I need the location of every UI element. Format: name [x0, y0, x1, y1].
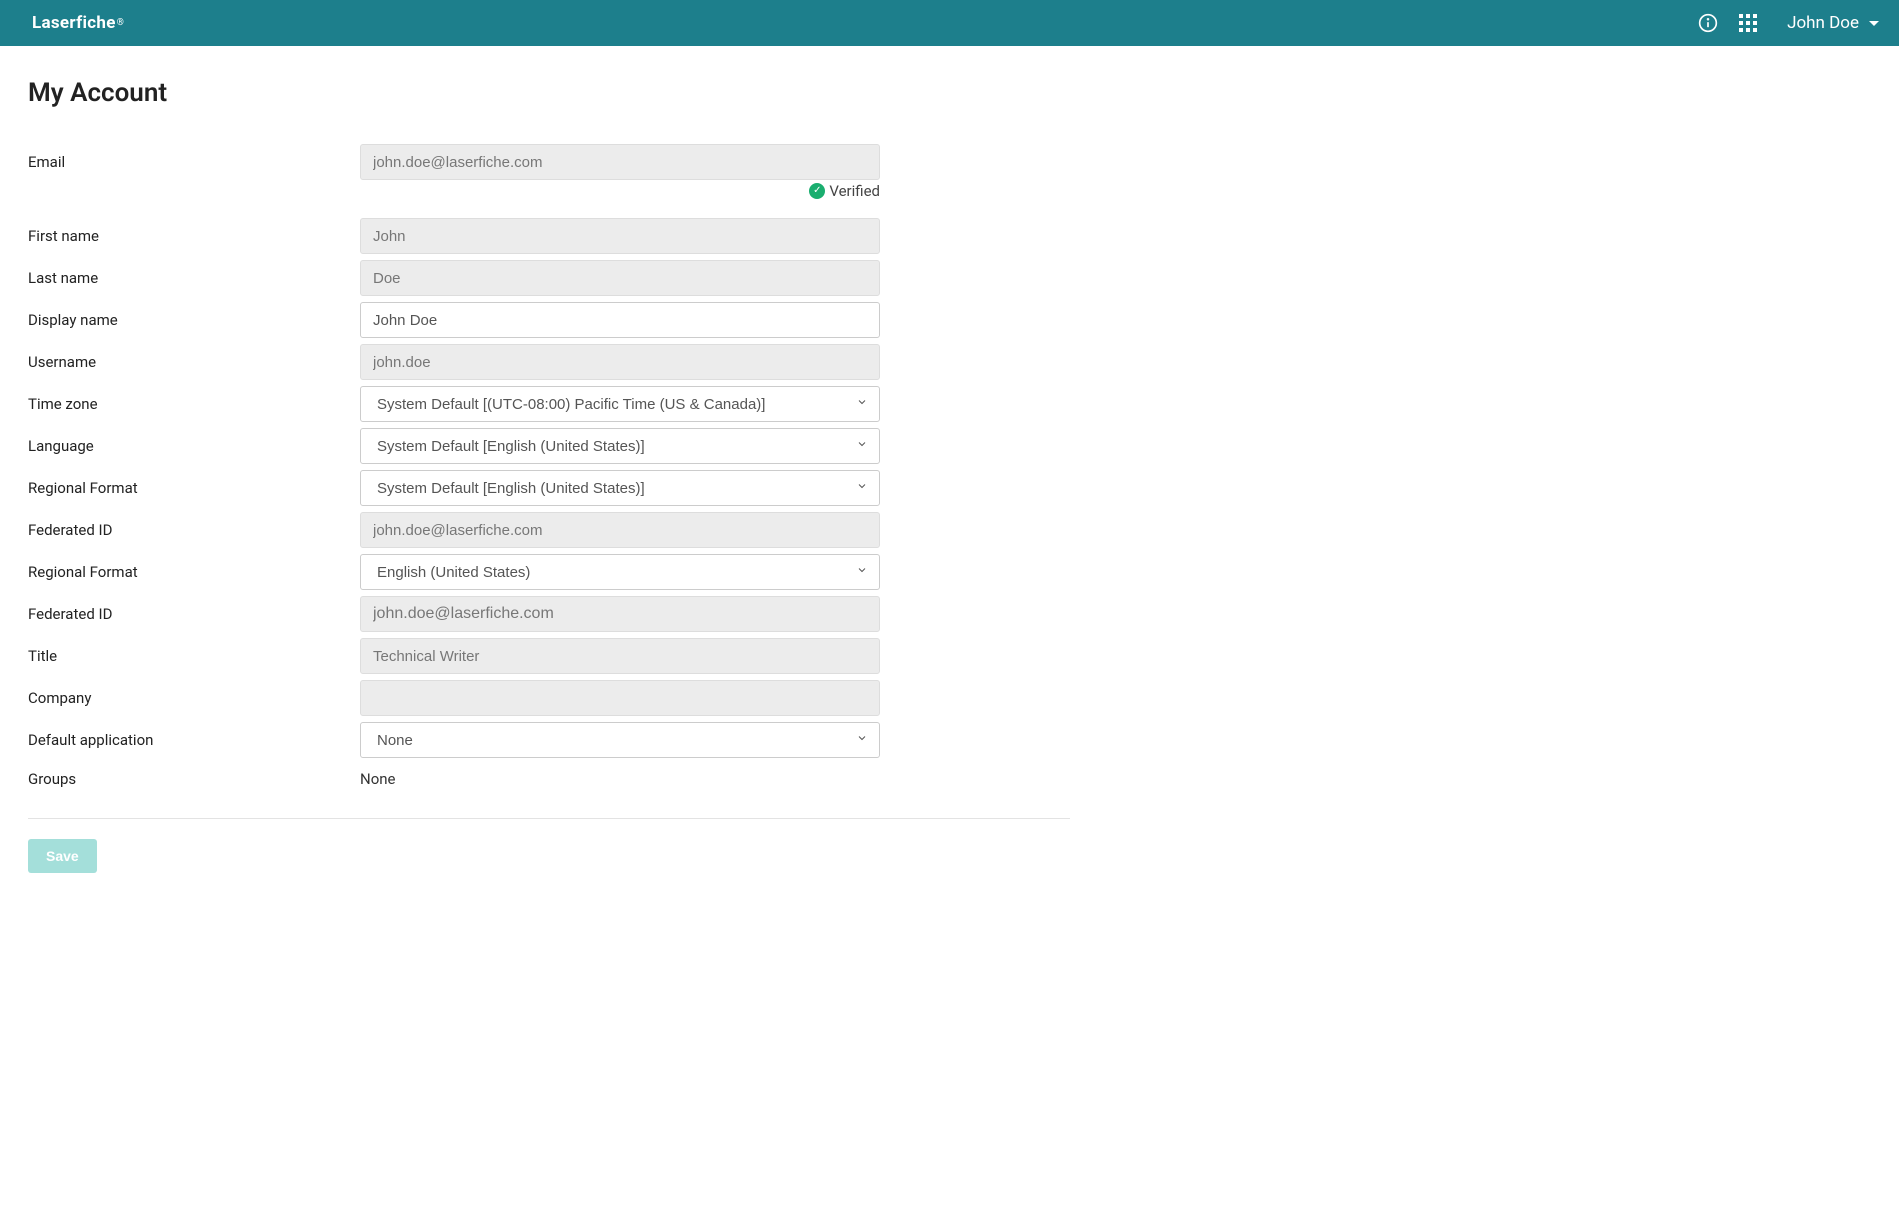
username-field: [360, 344, 880, 380]
row-company: Company: [28, 680, 1072, 716]
label-title: Title: [28, 647, 360, 665]
save-button[interactable]: Save: [28, 839, 97, 873]
row-regional-format-1: Regional Format System Default [English …: [28, 470, 1072, 506]
company-field: [360, 680, 880, 716]
row-last-name: Last name: [28, 260, 1072, 296]
row-time-zone: Time zone System Default [(UTC-08:00) Pa…: [28, 386, 1072, 422]
display-name-field[interactable]: [360, 302, 880, 338]
row-federated-id-2: Federated ID: [28, 596, 1072, 632]
row-federated-id-1: Federated ID: [28, 512, 1072, 548]
label-last-name: Last name: [28, 269, 360, 287]
row-title: Title: [28, 638, 1072, 674]
caret-down-icon: [1869, 21, 1879, 26]
federated-id-2-field: [360, 596, 880, 632]
row-first-name: First name: [28, 218, 1072, 254]
verified-row: ✓ Verified: [28, 182, 880, 200]
row-regional-format-2: Regional Format English (United States): [28, 554, 1072, 590]
row-display-name: Display name: [28, 302, 1072, 338]
label-default-app: Default application: [28, 731, 360, 749]
page-body: My Account Email ✓ Verified First name L…: [0, 46, 1100, 905]
regional-format-2-select[interactable]: English (United States): [360, 554, 880, 590]
apps-icon[interactable]: [1737, 12, 1759, 34]
label-display-name: Display name: [28, 311, 360, 329]
user-menu-label: John Doe: [1787, 13, 1859, 33]
language-select[interactable]: System Default [English (United States)]: [360, 428, 880, 464]
row-username: Username: [28, 344, 1072, 380]
regional-format-1-select[interactable]: System Default [English (United States)]: [360, 470, 880, 506]
label-groups: Groups: [28, 770, 360, 788]
row-language: Language System Default [English (United…: [28, 428, 1072, 464]
label-email: Email: [28, 153, 360, 171]
label-language: Language: [28, 437, 360, 455]
time-zone-select[interactable]: System Default [(UTC-08:00) Pacific Time…: [360, 386, 880, 422]
row-email: Email: [28, 144, 1072, 180]
user-menu[interactable]: John Doe: [1777, 13, 1879, 33]
page-title: My Account: [28, 78, 1072, 108]
row-default-app: Default application None: [28, 722, 1072, 758]
brand-reg-mark: ®: [117, 18, 124, 28]
brand-logo: Laserfiche®: [32, 13, 124, 33]
verified-text: Verified: [829, 182, 880, 200]
federated-id-1-field: [360, 512, 880, 548]
label-username: Username: [28, 353, 360, 371]
email-field: [360, 144, 880, 180]
last-name-field: [360, 260, 880, 296]
info-icon[interactable]: [1697, 12, 1719, 34]
default-app-select[interactable]: None: [360, 722, 880, 758]
verified-check-icon: ✓: [809, 183, 825, 199]
app-header: Laserfiche® John Doe: [0, 0, 1899, 46]
first-name-field: [360, 218, 880, 254]
row-groups: Groups None: [28, 764, 1072, 794]
form-divider: [28, 818, 1070, 819]
label-federated-id-2: Federated ID: [28, 605, 360, 623]
title-field: [360, 638, 880, 674]
label-regional-format-2: Regional Format: [28, 563, 360, 581]
brand-text: Laserfiche: [32, 13, 116, 33]
header-right: John Doe: [1697, 12, 1879, 34]
label-company: Company: [28, 689, 360, 707]
account-form: Email ✓ Verified First name Last name Di…: [28, 144, 1072, 873]
label-time-zone: Time zone: [28, 395, 360, 413]
label-federated-id-1: Federated ID: [28, 521, 360, 539]
label-regional-format-1: Regional Format: [28, 479, 360, 497]
label-first-name: First name: [28, 227, 360, 245]
groups-value: None: [360, 764, 880, 794]
